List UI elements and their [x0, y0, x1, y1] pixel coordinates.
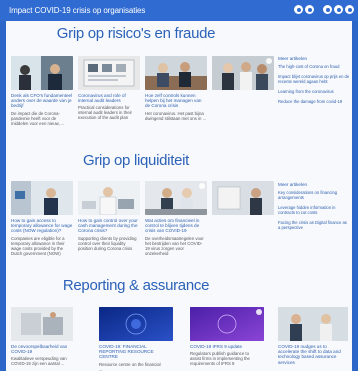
article-thumbnail[interactable] [212, 181, 274, 215]
article-card[interactable]: COVID-19 nudges us to accelerate the shi… [278, 307, 348, 365]
article-thumbnail[interactable] [99, 307, 173, 341]
dot-icon[interactable] [294, 5, 303, 14]
article-summary: Regulators publish guidance to assist fi… [190, 351, 250, 367]
article-summary: Practical considerations for internal au… [78, 105, 132, 121]
section-reporting-assurance: Reporting & assurance De onvoorspelbaarh… [6, 277, 352, 371]
article-title[interactable]: De onvoorspelbaarheid van COVID-19 [11, 344, 73, 354]
article-card[interactable]: COVID-19: FINANCIAL REPORTING RESOURCE C… [99, 307, 173, 371]
more-article-link[interactable]: The high-cost of Corona on fraud [278, 64, 350, 70]
app-window: Impact COVID-19 crisis op organisaties G… [0, 0, 358, 371]
article-summary: Het coronavirus. Het past bijna dwingend… [145, 110, 207, 121]
article-thumbnail[interactable] [278, 307, 348, 341]
article-title[interactable]: COVID-19 IFRS 9 update [190, 344, 252, 349]
more-articles: Meer artikelen Key considerations on fin… [278, 182, 350, 235]
article-thumbnail[interactable] [145, 181, 207, 215]
section-title: Grip op risico's en fraude [56, 25, 216, 42]
article-card[interactable]: How to gain access to temporary allowanc… [11, 181, 73, 256]
more-article-link[interactable]: Facing the crisis as Digital finance as … [278, 220, 350, 231]
content-page: Grip op risico's en fraude Denk als CFO'… [6, 21, 352, 371]
article-thumbnail[interactable] [145, 56, 207, 90]
article-title[interactable]: Wat acties om financieel in control te b… [145, 218, 207, 234]
article-card[interactable] [212, 181, 274, 215]
more-articles-heading: Meer artikelen [278, 182, 308, 187]
article-thumbnail[interactable] [11, 307, 73, 341]
article-title[interactable]: COVID-19: FINANCIAL REPORTING RESOURCE C… [99, 344, 161, 360]
more-article-link[interactable]: Key considerations on financing arrangem… [278, 190, 350, 201]
article-card[interactable] [212, 56, 274, 90]
article-thumbnail[interactable] [78, 56, 140, 90]
article-card[interactable]: Hoe zelf controls kunnen helpen bij het … [145, 56, 207, 121]
article-thumbnail[interactable] [190, 307, 264, 341]
article-card[interactable]: De onvoorspelbaarheid van COVID-19 Kwali… [11, 307, 73, 366]
article-card[interactable]: Coronavirus and role of internal audit l… [78, 56, 140, 120]
more-articles-heading: Meer artikelen [278, 56, 308, 61]
bookmark-icon[interactable] [199, 183, 205, 189]
bookmark-icon[interactable] [266, 58, 272, 64]
article-title[interactable]: How to gain control over your cash manag… [78, 218, 140, 234]
dot-icon[interactable] [345, 5, 354, 14]
page-title: Impact COVID-19 crisis op organisaties [9, 6, 146, 15]
header-bar: Impact COVID-19 crisis op organisaties [0, 0, 358, 21]
dot-icon[interactable] [323, 5, 332, 14]
section-risk-fraud: Grip op risico's en fraude Denk als CFO'… [6, 25, 352, 135]
article-card[interactable]: Denk als CFO's fundamenteel anders over … [11, 56, 73, 126]
article-title[interactable]: Coronavirus and role of internal audit l… [78, 93, 140, 103]
more-article-link[interactable]: Leverage hidden information in contracts… [278, 205, 350, 216]
article-summary: Resource centre on the financial ... [99, 361, 161, 371]
article-summary: Companies are eligible for a temporary a… [11, 235, 65, 256]
more-article-link[interactable]: Impact blijvt coronavirus op prijs en de… [278, 74, 350, 85]
section-title: Reporting & assurance [62, 277, 210, 294]
header-controls [294, 5, 354, 14]
article-summary: De impact die de Corona-pandemie heeft v… [11, 110, 65, 126]
more-articles: Meer artikelen The high-cost of Corona o… [278, 56, 350, 110]
article-summary: De overheidsmaatregelen voor het bestrij… [145, 235, 204, 256]
section-title: Grip op liquiditeit [82, 152, 190, 169]
article-thumbnail[interactable] [78, 181, 140, 215]
article-thumbnail[interactable] [212, 56, 274, 90]
article-card[interactable]: COVID-19 IFRS 9 update Regulators publis… [190, 307, 264, 367]
article-title[interactable]: COVID-19 nudges us to accelerate the shi… [278, 344, 348, 365]
article-thumbnail[interactable] [11, 56, 73, 90]
bookmark-icon[interactable] [256, 309, 262, 315]
article-title[interactable]: Denk als CFO's fundamenteel anders over … [11, 93, 73, 109]
article-thumbnail[interactable] [11, 181, 73, 215]
article-summary: Kwalitatieve verspeuding van COVID-19 zi… [11, 356, 67, 367]
article-title[interactable]: How to gain access to temporary allowanc… [11, 218, 73, 234]
article-title[interactable]: Hoe zelf controls kunnen helpen bij het … [145, 93, 207, 109]
more-article-link[interactable]: Learning from the coronavirus [278, 89, 350, 95]
article-card[interactable]: Wat acties om financieel in control te b… [145, 181, 207, 256]
article-card[interactable]: How to gain control over your cash manag… [78, 181, 140, 251]
dot-icon[interactable] [334, 5, 343, 14]
dot-icon[interactable] [305, 5, 314, 14]
article-summary: Supporting clients by providing control … [78, 235, 137, 251]
more-article-link[interactable]: Reduce the damage from covid-19 [278, 99, 350, 105]
section-liquidity: Grip op liquiditeit How to gain access t… [6, 152, 352, 262]
